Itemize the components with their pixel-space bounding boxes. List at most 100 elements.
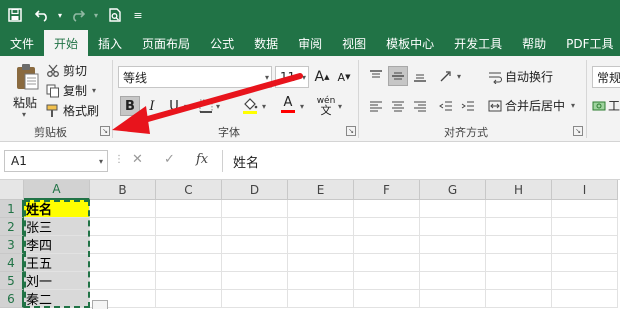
row-header-3[interactable]: 3 <box>0 236 24 254</box>
copy-dropdown-icon[interactable]: ▾ <box>92 86 96 95</box>
cell-a6[interactable]: 秦二 <box>24 290 90 308</box>
tab-9[interactable]: 开发工具 <box>444 30 512 56</box>
alignment-dialog-launcher[interactable]: ↘ <box>573 126 583 136</box>
cell-b1[interactable] <box>90 200 156 218</box>
name-box-dropdown-icon[interactable]: ▾ <box>99 157 103 166</box>
formula-input[interactable]: 姓名 <box>222 150 618 172</box>
paste-dropdown-icon[interactable]: ▾ <box>22 110 26 119</box>
cell-i5[interactable] <box>552 272 618 290</box>
cell-d2[interactable] <box>222 218 288 236</box>
cell-a4[interactable]: 王五 <box>24 254 90 272</box>
cell-a3[interactable]: 李四 <box>24 236 90 254</box>
cell-c1[interactable] <box>156 200 222 218</box>
tab-3[interactable]: 页面布局 <box>132 30 200 56</box>
tab-0[interactable]: 文件 <box>0 30 44 56</box>
cell-e6[interactable] <box>288 290 354 308</box>
cell-c3[interactable] <box>156 236 222 254</box>
enter-icon[interactable]: ✓ <box>164 152 175 167</box>
cell-e2[interactable] <box>288 218 354 236</box>
column-header-f[interactable]: F <box>354 180 420 200</box>
align-left-button[interactable] <box>366 96 386 116</box>
underline-dropdown-icon[interactable]: ▾ <box>184 102 188 111</box>
cut-button[interactable]: 剪切 <box>46 62 87 79</box>
merge-center-dropdown-icon[interactable]: ▾ <box>571 101 575 110</box>
column-header-h[interactable]: H <box>486 180 552 200</box>
tab-8[interactable]: 模板中心 <box>376 30 444 56</box>
cell-b4[interactable] <box>90 254 156 272</box>
cell-d3[interactable] <box>222 236 288 254</box>
cell-f3[interactable] <box>354 236 420 254</box>
cell-b5[interactable] <box>90 272 156 290</box>
cell-d4[interactable] <box>222 254 288 272</box>
cell-i3[interactable] <box>552 236 618 254</box>
cancel-icon[interactable]: ✕ <box>132 152 143 167</box>
column-header-d[interactable]: D <box>222 180 288 200</box>
cell-b3[interactable] <box>90 236 156 254</box>
cell-e4[interactable] <box>288 254 354 272</box>
column-header-e[interactable]: E <box>288 180 354 200</box>
row-header-6[interactable]: 6 <box>0 290 24 308</box>
phonetic-dropdown-icon[interactable]: ▾ <box>338 102 342 111</box>
borders-dropdown-icon[interactable]: ▾ <box>216 102 220 111</box>
tab-1[interactable]: 开始 <box>44 30 89 56</box>
name-box[interactable]: A1 ▾ <box>4 150 108 172</box>
align-right-button[interactable] <box>410 96 430 116</box>
row-header-1[interactable]: 1 <box>0 200 24 218</box>
align-top-button[interactable] <box>366 66 386 86</box>
insert-function-icon[interactable]: fx <box>196 152 208 167</box>
wrap-text-button[interactable]: 自动换行 <box>488 68 553 85</box>
paste-button[interactable] <box>12 62 42 92</box>
print-preview-button[interactable] <box>102 0 128 30</box>
cell-g1[interactable] <box>420 200 486 218</box>
cell-c5[interactable] <box>156 272 222 290</box>
font-size-combo[interactable]: 11 ▾ <box>275 66 309 88</box>
column-header-a[interactable]: A <box>24 180 90 200</box>
cell-e1[interactable] <box>288 200 354 218</box>
font-dialog-launcher[interactable]: ↘ <box>346 126 356 136</box>
font-size-dropdown-icon[interactable]: ▾ <box>302 73 306 82</box>
tab-10[interactable]: 帮助 <box>512 30 556 56</box>
cell-a5[interactable]: 刘一 <box>24 272 90 290</box>
cell-g6[interactable] <box>420 290 486 308</box>
merge-center-button[interactable]: 合并后居中 ▾ <box>488 97 575 114</box>
cell-d6[interactable] <box>222 290 288 308</box>
cell-h6[interactable] <box>486 290 552 308</box>
tab-4[interactable]: 公式 <box>200 30 244 56</box>
cell-i2[interactable] <box>552 218 618 236</box>
format-painter-button[interactable]: 格式刷 <box>46 102 99 119</box>
quick-analysis-icon[interactable] <box>92 300 108 309</box>
cell-h2[interactable] <box>486 218 552 236</box>
align-middle-button[interactable] <box>388 66 408 86</box>
decrease-indent-button[interactable] <box>436 96 456 116</box>
cell-f5[interactable] <box>354 272 420 290</box>
cell-a1[interactable]: 姓名 <box>24 200 90 218</box>
cell-h1[interactable] <box>486 200 552 218</box>
cell-a2[interactable]: 张三 <box>24 218 90 236</box>
fill-color-button[interactable] <box>240 96 260 116</box>
number-format-combo[interactable]: 常规 <box>592 66 620 88</box>
cell-g4[interactable] <box>420 254 486 272</box>
underline-button[interactable]: U <box>164 96 184 116</box>
cell-g5[interactable] <box>420 272 486 290</box>
row-header-4[interactable]: 4 <box>0 254 24 272</box>
cell-i1[interactable] <box>552 200 618 218</box>
redo-button[interactable] <box>66 0 90 30</box>
align-bottom-button[interactable] <box>410 66 430 86</box>
undo-dropdown[interactable]: ▾ <box>54 0 66 30</box>
cell-c2[interactable] <box>156 218 222 236</box>
font-name-combo[interactable]: 等线 ▾ <box>118 66 272 88</box>
cell-f1[interactable] <box>354 200 420 218</box>
cell-b2[interactable] <box>90 218 156 236</box>
customize-toolbar-button[interactable]: ≡ <box>128 0 148 30</box>
tab-7[interactable]: 视图 <box>332 30 376 56</box>
font-color-dropdown-icon[interactable]: ▾ <box>300 102 304 111</box>
cell-g3[interactable] <box>420 236 486 254</box>
column-header-i[interactable]: I <box>552 180 618 200</box>
redo-dropdown[interactable]: ▾ <box>90 0 102 30</box>
tab-2[interactable]: 插入 <box>88 30 132 56</box>
align-center-button[interactable] <box>388 96 408 116</box>
column-header-g[interactable]: G <box>420 180 486 200</box>
orientation-button[interactable] <box>436 66 456 86</box>
font-color-button[interactable]: A <box>278 94 298 114</box>
cell-h5[interactable] <box>486 272 552 290</box>
